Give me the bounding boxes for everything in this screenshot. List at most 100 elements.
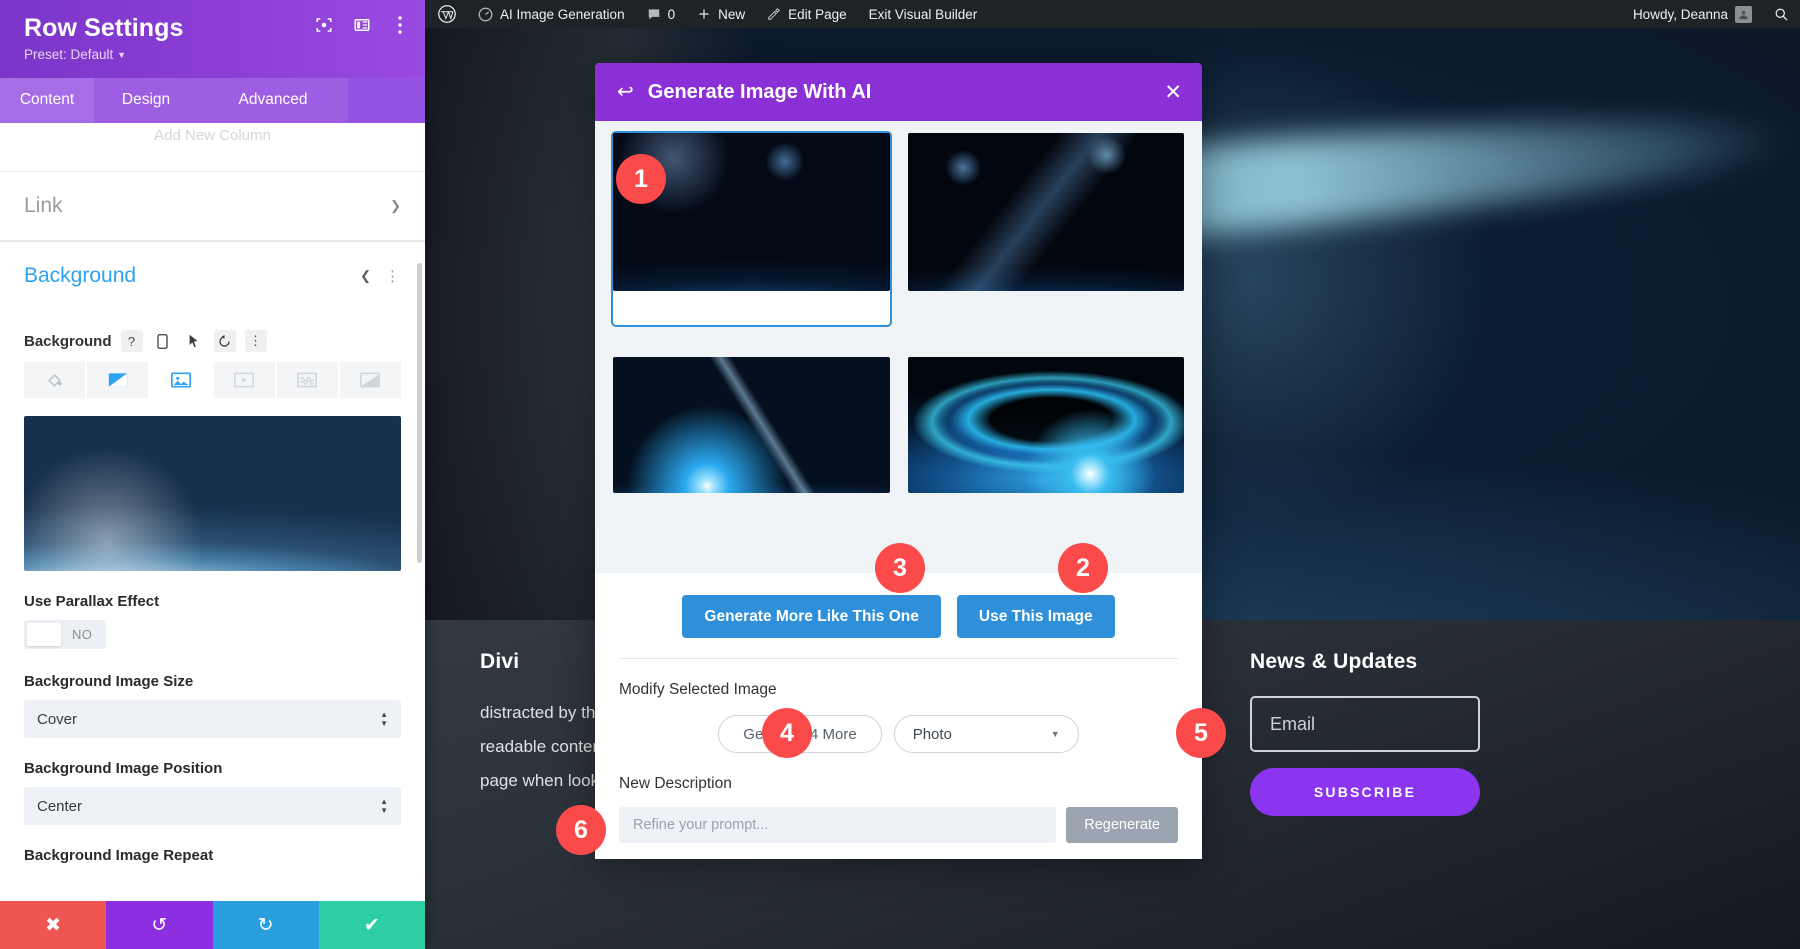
hover-cursor-icon[interactable] [183,330,205,352]
columns-icon[interactable] [351,14,373,36]
wp-logo-button[interactable] [425,0,467,28]
new-description-label: New Description [619,775,732,792]
bg-type-video[interactable] [213,362,275,398]
kebab-menu-icon[interactable]: ⋮ [244,330,267,352]
thumbnail-3[interactable] [613,357,890,493]
bg-type-image[interactable] [150,362,212,398]
kebab-menu-icon[interactable] [389,14,411,36]
exit-visual-builder-label: Exit Visual Builder [868,6,978,22]
bg-type-pattern[interactable] [276,362,338,398]
prompt-input[interactable] [619,807,1057,843]
modify-controls: Generate 4 More Photo ▼ [619,715,1178,753]
edit-page-button[interactable]: Edit Page [756,0,858,28]
background-type-selector [24,362,402,398]
email-input[interactable] [1250,696,1480,752]
mobile-icon[interactable] [152,330,174,352]
sort-arrows-icon: ▲ ▼ [380,797,388,815]
close-icon[interactable]: ✕ [1164,82,1182,103]
chevron-up-icon: ❮ [360,268,371,283]
callout-badge-2: 2 [1058,543,1108,593]
background-field-label-row: Background ? ⋮ [24,330,401,352]
settings-body: Add New Column Link ❯ Background ❮ ⋮ Bac… [0,123,425,901]
add-new-column-ghost[interactable]: Add New Column [0,123,425,153]
bg-type-mask[interactable] [339,362,402,398]
wordpress-logo-icon [438,5,456,23]
image-grid-bottom [613,357,1184,493]
image-size-label: Background Image Size [24,673,194,690]
regenerate-button[interactable]: Regenerate [1066,807,1178,843]
target-icon[interactable] [313,14,335,36]
callout-badge-5: 5 [1176,708,1226,758]
modal-body: Generate More Like This One Use This Ima… [595,121,1202,859]
bg-type-color-fill[interactable] [24,362,86,398]
blue-ring-thumb [907,357,1184,493]
tab-advanced[interactable]: Advanced [198,78,348,123]
dashboard-icon [478,7,493,21]
preset-label: Preset: Default [24,47,114,62]
settings-scroll-area: Add New Column Link ❯ Background ❮ ⋮ Bac… [0,123,425,901]
redo-button[interactable]: ↻ [212,901,319,949]
thumbnail-2[interactable] [907,133,1184,325]
help-icon[interactable]: ? [120,330,143,352]
generate-more-like-this-button[interactable]: Generate More Like This One [682,595,941,638]
settings-scrollbar[interactable] [417,263,422,563]
search-button[interactable] [1763,0,1800,28]
wp-admin-bar: AI Image Generation 0 New Edit Page Exit… [425,0,1800,28]
image-repeat-label: Background Image Repeat [24,847,214,864]
modal-title: Generate Image With AI [647,80,872,103]
new-label: New [718,6,746,22]
modify-section-label: Modify Selected Image [619,681,777,698]
bg-type-gradient[interactable] [87,362,149,398]
comments-button[interactable]: 0 [636,0,687,28]
new-content-button[interactable]: New [686,0,756,28]
chevron-down-icon: ❯ [390,198,401,213]
preset-selector[interactable]: Preset: Default ▼ [24,47,405,62]
save-button[interactable]: ✔ [318,901,425,949]
edit-page-label: Edit Page [788,6,847,22]
reset-icon[interactable] [213,330,236,352]
callout-badge-4: 4 [762,708,812,758]
image-size-select[interactable]: Cover ▲ ▼ [24,700,401,738]
site-name-button[interactable]: AI Image Generation [467,0,636,28]
cancel-button[interactable]: ✖ [0,901,107,949]
footer-col4-heading: News & Updates [1250,650,1418,673]
section-link[interactable]: Link ❯ [0,171,425,241]
thumbnail-4[interactable] [907,357,1184,493]
kebab-menu-icon[interactable]: ⋮ [385,267,401,285]
screen-root: ntent Divi distracted by the readable co… [0,0,1800,949]
modify-selected-image-section: Modify Selected Image Generate 4 More Ph… [595,659,1202,753]
callout-badge-3: 3 [875,543,925,593]
subscribe-button[interactable]: SUBSCRIBE [1250,768,1480,816]
mask-icon [360,372,381,388]
use-this-image-button[interactable]: Use This Image [956,595,1115,638]
image-position-value: Center [37,797,83,815]
modal-header: ↩ Generate Image With AI ✕ [595,63,1202,121]
generate-image-modal: ↩ Generate Image With AI ✕ Generate More… [595,63,1202,859]
new-description-row: Regenerate [619,807,1178,843]
comment-icon [648,9,659,20]
image-position-select[interactable]: Center ▲ ▼ [24,787,401,825]
section-background[interactable]: Background ❮ ⋮ [0,241,425,310]
pencil-icon [768,8,781,20]
tab-content[interactable]: Content [0,78,94,123]
undo-button[interactable]: ↺ [106,901,213,949]
comments-count: 0 [667,6,676,22]
parallax-label: Use Parallax Effect [24,593,160,610]
background-image-preview[interactable] [24,416,401,571]
style-select[interactable]: Photo ▼ [893,715,1079,753]
site-name-label: AI Image Generation [500,6,625,22]
parallax-toggle[interactable]: NO [24,620,107,649]
back-arrow-icon[interactable]: ↩ [617,82,634,102]
pattern-icon [297,372,318,388]
settings-footer-actions: ✖ ↺ ↻ ✔ [0,901,425,949]
video-icon [234,372,255,388]
tab-design[interactable]: Design [94,78,198,123]
gradient-icon [108,373,127,387]
chevron-down-icon: ▼ [1050,729,1060,739]
footer-column-news: News & Updates SUBSCRIBE [1250,650,1530,816]
image-grid-top [611,131,1184,327]
exit-visual-builder-button[interactable]: Exit Visual Builder [858,0,989,28]
account-menu[interactable]: Howdy, Deanna [1622,0,1763,28]
tabs-filler [348,78,425,123]
style-select-value: Photo [912,725,952,743]
